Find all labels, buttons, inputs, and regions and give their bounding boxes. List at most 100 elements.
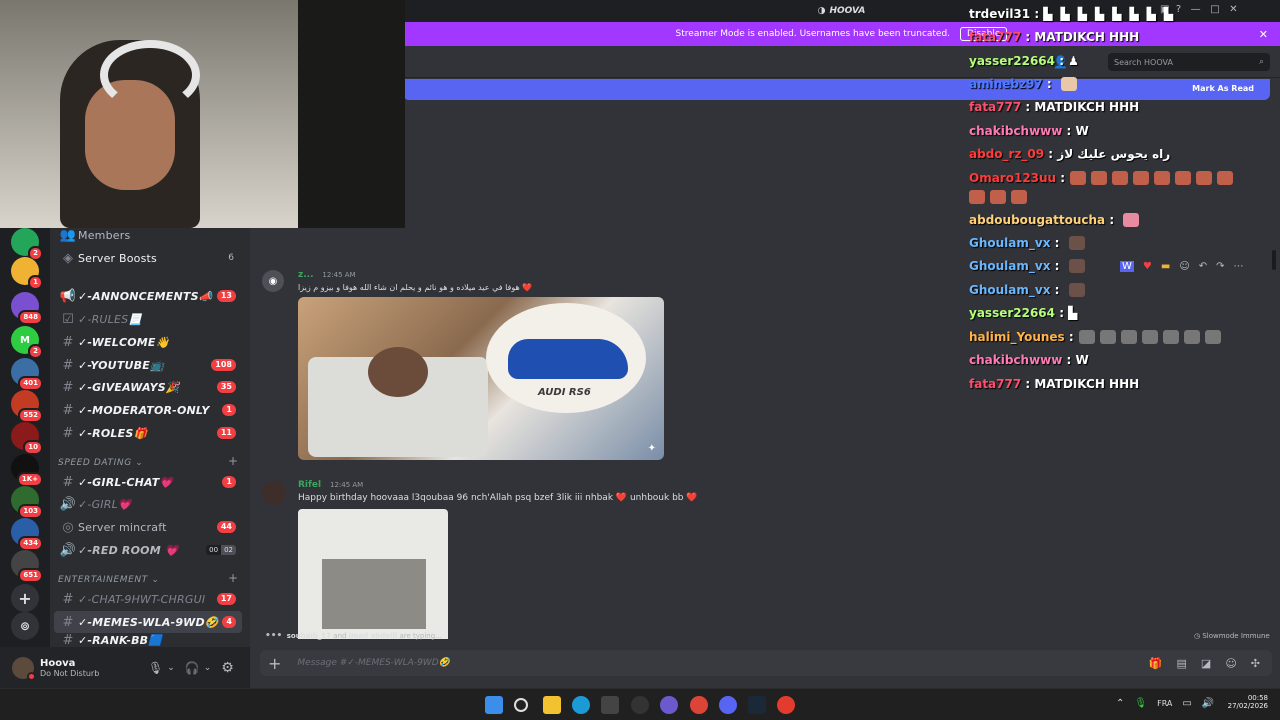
server-icon[interactable]: 434 xyxy=(11,518,43,551)
server-icon[interactable]: 401 xyxy=(11,358,43,391)
channel-item[interactable]: # ✓-MODERATOR-ONLY 1 xyxy=(50,399,246,421)
server-icon[interactable]: 848 xyxy=(11,292,43,325)
search-icon[interactable] xyxy=(514,698,528,712)
avatar[interactable]: ◉ xyxy=(262,270,284,292)
cam-motorbike-area xyxy=(298,0,405,228)
message-author[interactable]: z... xyxy=(298,270,314,280)
channel-item[interactable]: # ✓-GIVEAWAYS🎉 35 xyxy=(50,376,246,398)
message-image[interactable]: AUDI RS6 ✦ xyxy=(298,297,664,460)
message-input[interactable]: Message #✓-MEMES-WLA-9WD🤣 xyxy=(297,658,449,668)
file-explorer-icon[interactable] xyxy=(543,696,561,714)
channel-item[interactable]: # ✓-CHAT-9HWT-CHRGUI 17 xyxy=(50,588,246,610)
channel-item[interactable]: # ✓-WELCOME👋 xyxy=(50,331,246,353)
server-icon[interactable]: 103 xyxy=(11,486,43,519)
chat-line: chakibchwww : W xyxy=(969,353,1089,367)
emote-icon: W xyxy=(1075,124,1089,138)
gift-icon[interactable]: 🎁 xyxy=(1149,657,1163,670)
channel-item-active[interactable]: # ✓-MEMES-WLA-9WD🤣 4 xyxy=(54,611,242,633)
server-boosts-item[interactable]: ◈ Server Boosts 6 xyxy=(50,247,246,269)
clock[interactable]: 00:58 27/02/2026 xyxy=(1222,694,1268,710)
gear-icon[interactable]: ⚙ xyxy=(221,660,234,676)
server-icon[interactable]: 2 xyxy=(11,228,43,261)
boost-icon: ◈ xyxy=(63,250,73,266)
channel-item[interactable]: ◎ Server mincraft 44 xyxy=(50,516,246,538)
store-icon[interactable] xyxy=(601,696,619,714)
headphones-icon[interactable]: 🎧 xyxy=(185,661,200,675)
volume-icon[interactable]: 🔊 xyxy=(1202,698,1214,709)
hash-icon: # xyxy=(62,634,74,646)
message-time: 12:45 AM xyxy=(322,271,356,279)
windows-taskbar: ⌃ 🎙 FRA ▭ 🔊 00:58 27/02/2026 xyxy=(0,688,1280,720)
channel-item[interactable]: # ✓-GIRL-CHAT💗 1 xyxy=(50,471,246,493)
app-icon[interactable] xyxy=(631,696,649,714)
hash-icon: # xyxy=(62,379,74,395)
chat-line: Ghoulam_vx : xyxy=(969,259,1085,273)
sticker-icon[interactable]: ◪ xyxy=(1201,657,1211,670)
voice-channel-item[interactable]: 🔊 ✓-RED ROOM 💗 00 02 xyxy=(50,539,246,561)
hash-icon: # xyxy=(62,402,74,418)
gif-icon[interactable]: ▤ xyxy=(1177,657,1187,670)
message-author[interactable]: Rifel xyxy=(298,480,321,490)
language-indicator[interactable]: FRA xyxy=(1157,699,1172,708)
message-text: Happy birthday hoovaaa l3qoubaa 96 nch'A… xyxy=(298,493,698,503)
emote-icon: ▙▙▙▙▙▙▙▙ xyxy=(1043,7,1182,21)
server-icon[interactable]: 552 xyxy=(11,390,43,423)
apps-icon[interactable]: ✣ xyxy=(1251,657,1260,670)
headphones-shape xyxy=(100,40,200,110)
category-entertainment[interactable]: ENTERTAINEMENT ⌄ xyxy=(58,575,159,585)
scrollbar-thumb[interactable] xyxy=(1272,250,1276,270)
typing-indicator: ••• souhaib_17 and imad abdelli are typi… xyxy=(265,631,442,641)
steam-icon[interactable] xyxy=(748,696,766,714)
typing-dots-icon: ••• xyxy=(265,631,283,641)
chevron-up-icon[interactable]: ⌃ xyxy=(1116,698,1124,709)
discover-icon[interactable]: ⊚ xyxy=(11,612,39,640)
channel-item[interactable]: 🔊 ✓-GIRL💗 xyxy=(50,493,246,515)
add-attachment-icon[interactable]: + xyxy=(268,654,281,673)
message-image[interactable] xyxy=(298,509,448,639)
add-server-icon[interactable]: + xyxy=(11,584,39,612)
chrome-icon[interactable] xyxy=(690,696,708,714)
chat-line: halimi_Younes : xyxy=(969,330,1221,344)
server-icon[interactable]: 1 xyxy=(11,257,43,290)
hash-icon: # xyxy=(62,474,74,490)
edge-icon[interactable] xyxy=(572,696,590,714)
slowmode-indicator: ◷ Slowmode Immune xyxy=(1194,632,1270,640)
chevron-down-icon: ⌄ xyxy=(135,458,144,468)
channel-item[interactable]: # ✓-YOUTUBE📺 108 xyxy=(50,354,246,376)
rules-icon: ☑ xyxy=(62,311,74,327)
add-channel-icon[interactable]: + xyxy=(228,571,238,585)
chat-line: abdo_rz_09 : راه يحوس عليك لاز xyxy=(969,147,1171,161)
server-icon[interactable]: 1K+ xyxy=(11,454,43,487)
chat-line: chakibchwww : W xyxy=(969,124,1089,138)
speaker-icon: 🔊 xyxy=(59,496,77,512)
hash-icon: # xyxy=(62,614,74,630)
channel-item[interactable]: # ✓-ROLES🎁 11 xyxy=(50,422,246,444)
emoji-icon[interactable]: ☺ xyxy=(1225,657,1236,670)
channel-item[interactable]: 📢 ✓-ANNONCEMENTS📣 13 xyxy=(50,285,246,307)
category-speed-dating[interactable]: SPEED DATING ⌄ xyxy=(58,458,143,468)
chat-line: yasser22664 : ▙ xyxy=(969,306,1078,320)
channel-item[interactable]: ☑ ✓-RULES📃 xyxy=(50,308,246,330)
server-icon[interactable]: 10 xyxy=(11,422,43,455)
recorder-icon[interactable] xyxy=(777,696,795,714)
emote-icon: W xyxy=(1075,353,1089,367)
chevron-down-icon[interactable]: ⌄ xyxy=(167,663,175,673)
chevron-down-icon[interactable]: ⌄ xyxy=(204,663,212,673)
avatar[interactable] xyxy=(262,481,286,505)
system-tray: ⌃ 🎙 FRA ▭ 🔊 xyxy=(1116,698,1214,709)
app-logo-icon: ◑ xyxy=(817,6,826,16)
emote-icon: ▙ xyxy=(1068,306,1078,320)
server-icon[interactable]: 651 xyxy=(11,550,43,583)
microphone-icon[interactable]: 🎙 xyxy=(148,661,163,675)
stream-chat-overlay: trdevil31 : ▙▙▙▙▙▙▙▙ fata777 : MATDIKCH … xyxy=(965,0,1280,400)
message-composer[interactable]: + Message #✓-MEMES-WLA-9WD🤣 🎁 ▤ ◪ ☺ ✣ xyxy=(260,650,1272,676)
channel-item[interactable]: # ✓-RANK-BB🟦 xyxy=(50,634,246,646)
network-icon[interactable]: ▭ xyxy=(1182,698,1191,709)
server-icon[interactable]: M2 xyxy=(11,326,43,359)
avatar[interactable] xyxy=(12,656,36,681)
windows-start-icon[interactable] xyxy=(485,696,503,714)
microphone-icon[interactable]: 🎙 xyxy=(1134,698,1147,709)
add-channel-icon[interactable]: + xyxy=(228,454,238,468)
app-icon[interactable] xyxy=(660,696,678,714)
discord-icon[interactable] xyxy=(719,696,737,714)
